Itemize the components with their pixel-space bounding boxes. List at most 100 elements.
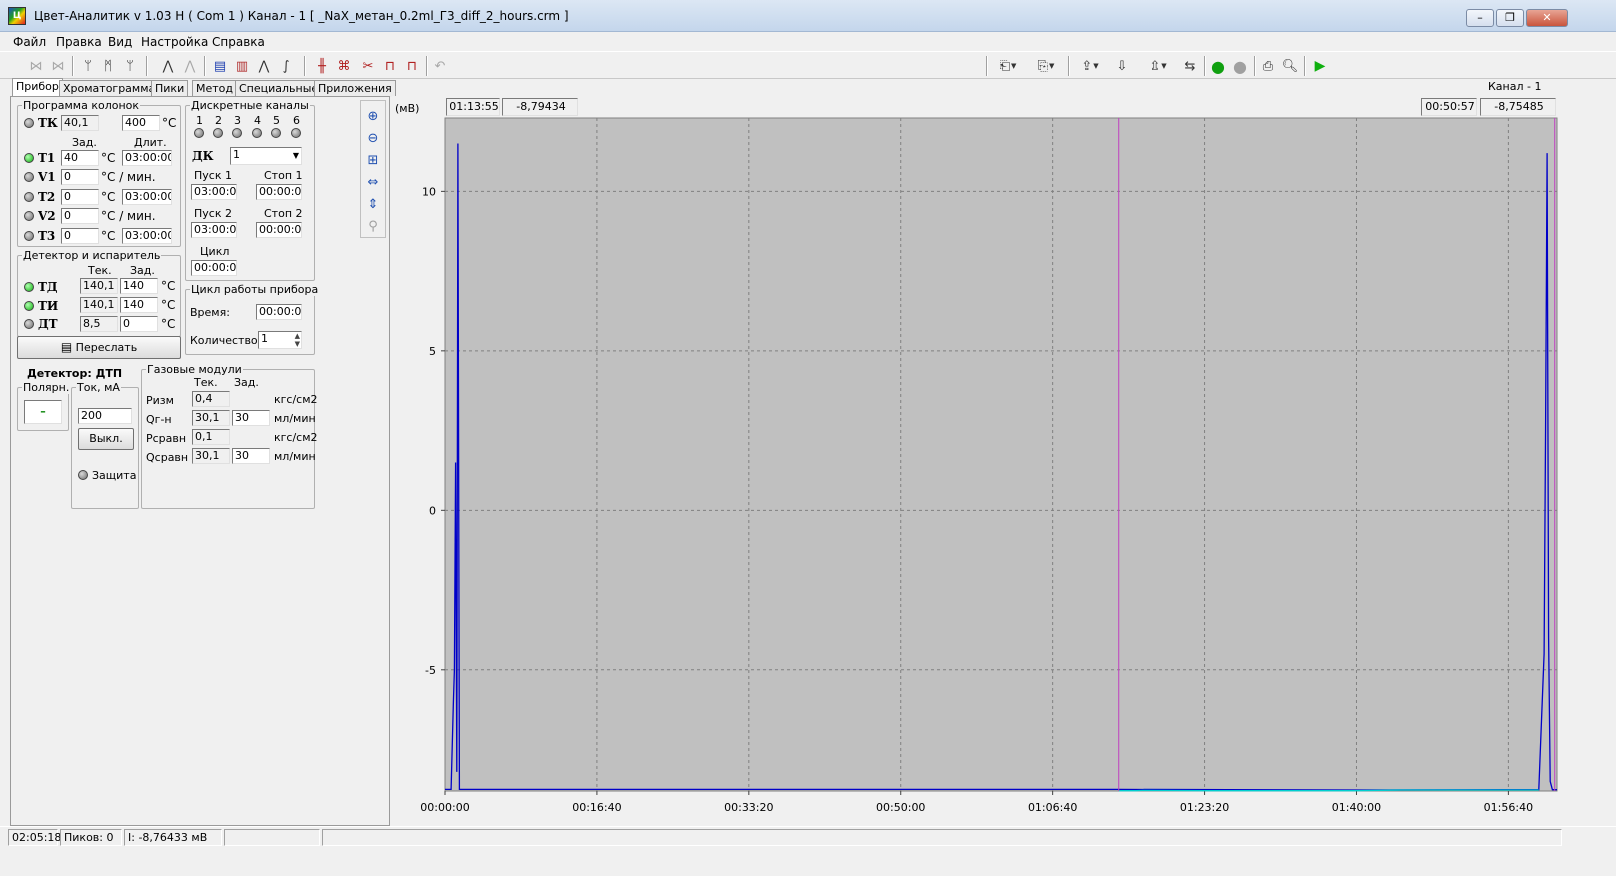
v2-field[interactable]: 0 <box>61 208 99 224</box>
zoom-fit-icon[interactable]: ⊞ <box>362 150 384 170</box>
dt-set-field[interactable]: 0 <box>120 316 158 332</box>
binoculars-icon[interactable]: ⚲ <box>362 216 384 236</box>
ti-set-field[interactable]: 140 <box>120 297 158 313</box>
pulse-end-icon[interactable]: ⊓ <box>402 56 422 76</box>
t2-duration-field[interactable]: 03:00:00 <box>122 189 172 205</box>
range-icon[interactable]: ⌘ <box>334 56 354 76</box>
auto-peaks-off-icon[interactable]: ⋀ <box>180 56 200 76</box>
zoom-horizontal-icon[interactable]: ⇔ <box>362 172 384 192</box>
export-icon[interactable]: ⇪ ▼ <box>1074 56 1106 76</box>
cycle-count-spinner[interactable]: 1 ▲ ▼ <box>258 331 302 349</box>
menu-edit[interactable]: Правка <box>56 35 102 49</box>
gas-modules-title: Газовые модули <box>146 363 243 376</box>
dk-select[interactable]: 1 ▼ <box>230 147 302 165</box>
integration-icon[interactable]: ∫ <box>276 56 296 76</box>
discrete-channels-group: Дискретные каналы 1 2 3 4 5 6 ДК 1 ▼ Пуск… <box>185 99 315 281</box>
menu-help[interactable]: Справка <box>212 35 265 49</box>
tab-chromatogram[interactable]: Хроматограмма <box>59 80 160 97</box>
current-field[interactable]: 200 <box>78 408 132 424</box>
t3-field[interactable]: 0 <box>61 228 99 244</box>
td-led <box>24 282 34 292</box>
tk-set-field[interactable]: 400 <box>122 115 160 131</box>
upload-icon[interactable]: ⇫ ▼ <box>1142 56 1174 76</box>
dt-label: ДТ <box>38 317 58 331</box>
stop2-field[interactable]: 00:00:00 <box>256 222 302 238</box>
start1-field[interactable]: 03:00:00 <box>191 184 237 200</box>
send-button[interactable]: ▤ Переслать <box>17 336 181 359</box>
chromatogram-chart[interactable]: 10 5 0 -5 00:00:00 00:16:40 00:33:20 00:50:00 0… <box>392 96 1562 826</box>
peaks-shape-icon[interactable]: ⋀ <box>254 56 274 76</box>
start2-field[interactable]: 03:00:00 <box>191 222 237 238</box>
t3-duration-field[interactable]: 03:00:00 <box>122 228 172 244</box>
peak-baseline-icon[interactable]: ᛗ <box>98 56 118 76</box>
cut-icon[interactable]: ✂ <box>358 56 378 76</box>
off-button[interactable]: Выкл. <box>78 428 134 450</box>
tab-device[interactable]: Прибор <box>12 78 63 98</box>
open-icon[interactable]: ⎗ ▼ <box>992 56 1024 76</box>
status-empty-1 <box>224 829 320 846</box>
t1-duration-field[interactable]: 03:00:00 <box>122 150 172 166</box>
print-preview-icon[interactable]: 🔍︎ <box>1280 56 1300 76</box>
zoom-in-icon[interactable]: ⊕ <box>362 106 384 126</box>
y-tick-label: 5 <box>429 345 436 358</box>
stop1-field[interactable]: 00:00:00 <box>256 184 302 200</box>
undo-icon[interactable]: ↶ <box>430 56 450 76</box>
gas-q-carrier-set-field[interactable]: 30 <box>232 410 270 426</box>
pulse-icon[interactable]: ⊓ <box>380 56 400 76</box>
tab-peaks[interactable]: Пики <box>151 80 189 97</box>
tab-method[interactable]: Метод <box>192 80 238 97</box>
import-icon[interactable]: ⇩ <box>1112 56 1132 76</box>
dk-select-value: 1 <box>233 148 240 161</box>
zoom-vertical-icon[interactable]: ⇕ <box>362 194 384 214</box>
transfer-icon[interactable]: ⇆ <box>1180 56 1200 76</box>
column-program-title: Программа колонок <box>22 99 141 112</box>
td-label: ТД <box>38 280 58 294</box>
dc-led-2 <box>213 128 223 138</box>
gas-q-ref-set-field[interactable]: 30 <box>232 448 270 464</box>
cycle-count-value: 1 <box>261 332 268 345</box>
compare-icon[interactable]: ▤ <box>210 56 230 76</box>
td-set-field[interactable]: 140 <box>120 278 158 294</box>
t3-led <box>24 231 34 241</box>
minimize-button[interactable]: – <box>1466 9 1494 27</box>
series-line-2 <box>1118 789 1539 792</box>
plot-background[interactable] <box>444 117 1558 792</box>
polarity-field[interactable]: – <box>24 400 62 424</box>
stop1-label: Стоп 1 <box>264 169 303 182</box>
menu-settings[interactable]: Настройка <box>141 35 208 49</box>
close-button[interactable]: ✕ <box>1526 9 1568 27</box>
tab-applications[interactable]: Приложения <box>314 80 396 97</box>
spinner-arrows-icon[interactable]: ▲ ▼ <box>295 332 300 348</box>
v1-field[interactable]: 0 <box>61 169 99 185</box>
gas-p-ref-current: 0,1 <box>192 429 230 445</box>
zoom-out-icon[interactable]: ⊖ <box>362 128 384 148</box>
tab-special[interactable]: Специальные <box>235 80 323 97</box>
connect-icon[interactable]: ● <box>1208 56 1228 76</box>
cycle-field[interactable]: 00:00:00 <box>191 260 237 276</box>
t1-field[interactable]: 40 <box>61 150 99 166</box>
t2-field[interactable]: 0 <box>61 189 99 205</box>
ti-led <box>24 301 34 311</box>
td-unit: °C <box>161 279 176 293</box>
peak-tail-icon[interactable]: ᛘ <box>120 56 140 76</box>
auto-peaks-icon[interactable]: ⋀ <box>158 56 178 76</box>
menu-view[interactable]: Вид <box>108 35 132 49</box>
overlay-icon[interactable]: ▥ <box>232 56 252 76</box>
print-icon[interactable]: ⎙ <box>1258 56 1278 76</box>
disconnect-icon[interactable]: ● <box>1230 56 1250 76</box>
peak-split-icon[interactable]: ⋈ <box>26 56 46 76</box>
peak-mark-icon[interactable]: ᛘ <box>78 56 98 76</box>
gas-q-ref-unit: мл/мин <box>274 450 316 463</box>
maximize-button[interactable]: ❐ <box>1496 9 1524 27</box>
save-icon[interactable]: ⎘ ▼ <box>1030 56 1062 76</box>
t2-label: T2 <box>38 190 56 204</box>
tk-current: 40,1 <box>61 115 99 131</box>
menu-file[interactable]: Файл <box>13 35 46 49</box>
marker-icon[interactable]: ╫ <box>312 56 332 76</box>
cycle-time-field[interactable]: 00:00:00 <box>256 304 302 320</box>
polarity-group: Полярн. – <box>17 381 71 431</box>
x-tick-label: 01:06:40 <box>1028 801 1077 814</box>
dc-led-4 <box>252 128 262 138</box>
start-icon[interactable]: ▶ <box>1310 56 1330 76</box>
peak-merge-icon[interactable]: ⋈ <box>48 56 68 76</box>
